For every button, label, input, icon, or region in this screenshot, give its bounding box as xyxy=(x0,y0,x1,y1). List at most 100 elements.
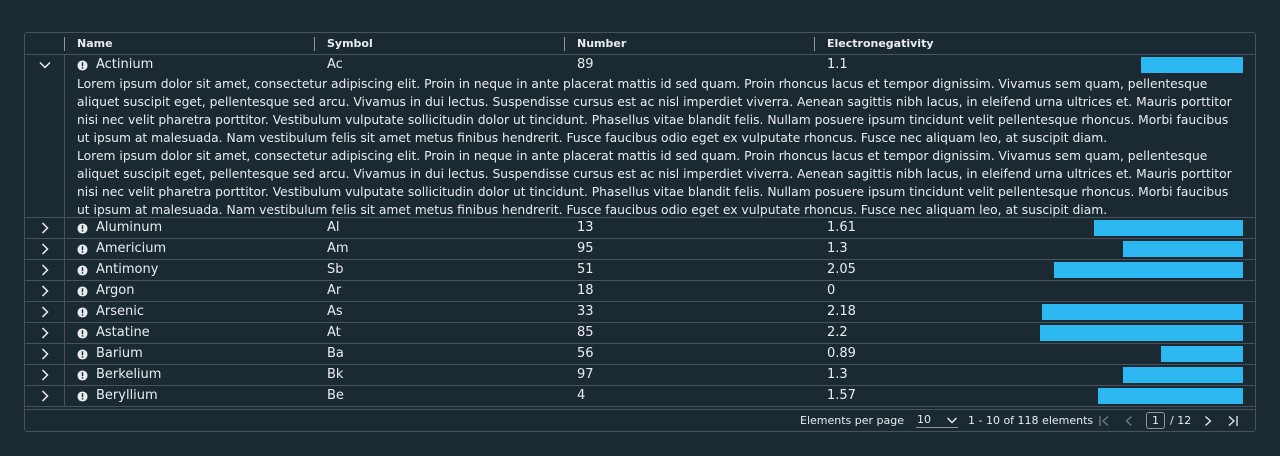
electronegativity-bar xyxy=(1094,220,1243,236)
cell-name: Americium xyxy=(77,239,166,259)
expand-row-button[interactable] xyxy=(34,220,56,236)
previous-page-button[interactable] xyxy=(1121,413,1137,429)
row-divider xyxy=(64,281,65,301)
cell-electronegativity: 2.05 xyxy=(827,262,856,277)
cell-symbol: As xyxy=(327,304,343,319)
cell-symbol: Bk xyxy=(327,367,344,382)
cell-name: Argon xyxy=(77,281,134,301)
cell-electronegativity: 1.3 xyxy=(827,367,848,382)
column-header-number[interactable]: Number xyxy=(565,33,626,54)
column-header-electronegativity[interactable]: Electronegativity xyxy=(815,33,934,54)
expand-row-button[interactable] xyxy=(34,346,56,362)
per-page-select[interactable]: 10 xyxy=(916,413,958,428)
cell-symbol: Ar xyxy=(327,283,342,298)
cell-symbol: Ac xyxy=(327,57,343,72)
cell-symbol: Be xyxy=(327,388,344,403)
table-row: Berkelium Bk 97 1.3 xyxy=(25,365,1255,386)
element-name: Berkelium xyxy=(96,367,162,382)
cell-name: Antimony xyxy=(77,260,158,280)
cell-electronegativity: 1.61 xyxy=(827,220,856,235)
exclamation-circle-icon xyxy=(77,264,88,276)
element-name: Argon xyxy=(96,283,135,298)
cell-number: 33 xyxy=(577,304,594,319)
cell-electronegativity: 1.57 xyxy=(827,388,856,403)
total-pages: / 12 xyxy=(1170,414,1192,427)
chevron-down-icon xyxy=(39,61,51,69)
cell-number: 13 xyxy=(577,220,594,235)
row-detail: Lorem ipsum dolor sit amet, consectetur … xyxy=(77,75,1243,219)
current-page-input[interactable]: 1 xyxy=(1146,412,1165,429)
column-header-name[interactable]: Name xyxy=(65,33,113,54)
next-page-button[interactable] xyxy=(1200,413,1216,429)
element-name: Barium xyxy=(96,346,143,361)
row-list: Aluminum Al 13 1.61 Americium Am 95 1.3 … xyxy=(25,218,1255,407)
expand-row-button[interactable] xyxy=(34,241,56,257)
expand-row-button[interactable] xyxy=(34,283,56,299)
cell-name: Berkelium xyxy=(77,365,161,385)
chevron-right-icon xyxy=(41,264,49,276)
column-header-symbol[interactable]: Symbol xyxy=(315,33,373,54)
element-name: Astatine xyxy=(96,325,150,340)
electronegativity-bar xyxy=(1054,262,1243,278)
exclamation-circle-icon xyxy=(77,348,88,360)
cell-electronegativity: 0.89 xyxy=(827,346,856,361)
cell-name: Arsenic xyxy=(77,302,144,322)
element-name: Beryllium xyxy=(96,388,158,403)
table-row: Barium Ba 56 0.89 xyxy=(25,344,1255,365)
exclamation-circle-icon xyxy=(77,369,88,381)
exclamation-circle-icon xyxy=(77,390,88,402)
table-row: Aluminum Al 13 1.61 xyxy=(25,218,1255,239)
expand-row-button[interactable] xyxy=(34,367,56,383)
expand-row-button[interactable] xyxy=(34,304,56,320)
cell-number: 97 xyxy=(577,367,594,382)
cell-name: Astatine xyxy=(77,323,150,343)
chevron-right-icon xyxy=(41,243,49,255)
datagrid-body: Actinium Ac 89 1.1 Lorem ipsum dolor sit… xyxy=(25,55,1255,407)
row-divider xyxy=(64,218,65,238)
chevron-right-icon xyxy=(41,348,49,360)
row-divider xyxy=(64,386,65,406)
chevron-right-icon xyxy=(41,327,49,339)
collapse-row-button[interactable] xyxy=(34,57,56,73)
chevron-right-icon xyxy=(41,390,49,402)
row-divider xyxy=(64,344,65,364)
electronegativity-bar xyxy=(1098,388,1243,404)
cell-symbol: Ba xyxy=(327,346,344,361)
exclamation-circle-icon xyxy=(77,327,88,339)
exclamation-circle-icon xyxy=(77,243,88,255)
expand-row-button[interactable] xyxy=(34,325,56,341)
exclamation-circle-icon xyxy=(77,285,88,297)
exclamation-circle-icon xyxy=(77,59,88,71)
datagrid-header: Name Symbol Number Electronegativity xyxy=(25,33,1255,55)
cell-symbol: At xyxy=(327,325,341,340)
cell-electronegativity: 1.1 xyxy=(827,57,848,72)
expand-row-button[interactable] xyxy=(34,388,56,404)
table-row-expanded: Actinium Ac 89 1.1 Lorem ipsum dolor sit… xyxy=(25,55,1255,218)
table-row: Beryllium Be 4 1.57 xyxy=(25,386,1255,407)
electronegativity-bar xyxy=(1161,346,1243,362)
datagrid-footer: Elements per page 10 1 - 10 of 118 eleme… xyxy=(25,409,1255,431)
row-divider xyxy=(64,239,65,259)
cell-number: 18 xyxy=(577,283,594,298)
electronegativity-bar xyxy=(1040,325,1243,341)
datagrid: Name Symbol Number Electronegativity Act… xyxy=(24,32,1256,432)
cell-number: 85 xyxy=(577,325,594,340)
per-page-value: 10 xyxy=(917,413,931,426)
expand-row-button[interactable] xyxy=(34,262,56,278)
previous-page-icon xyxy=(1125,416,1132,426)
last-page-button[interactable] xyxy=(1225,413,1241,429)
exclamation-circle-icon xyxy=(77,306,88,318)
per-page-label: Elements per page xyxy=(800,414,905,427)
detail-paragraph: Lorem ipsum dolor sit amet, consectetur … xyxy=(77,77,1232,145)
cell-electronegativity: 0 xyxy=(827,283,836,298)
electronegativity-bar xyxy=(1123,241,1243,257)
row-divider xyxy=(64,260,65,280)
cell-number: 51 xyxy=(577,262,594,277)
cell-symbol: Sb xyxy=(327,262,344,277)
chevron-right-icon xyxy=(41,285,49,297)
first-page-button[interactable] xyxy=(1096,413,1112,429)
electronegativity-bar xyxy=(1141,57,1243,73)
table-row: Astatine At 85 2.2 xyxy=(25,323,1255,344)
cell-electronegativity: 1.3 xyxy=(827,241,848,256)
chevron-right-icon xyxy=(41,306,49,318)
